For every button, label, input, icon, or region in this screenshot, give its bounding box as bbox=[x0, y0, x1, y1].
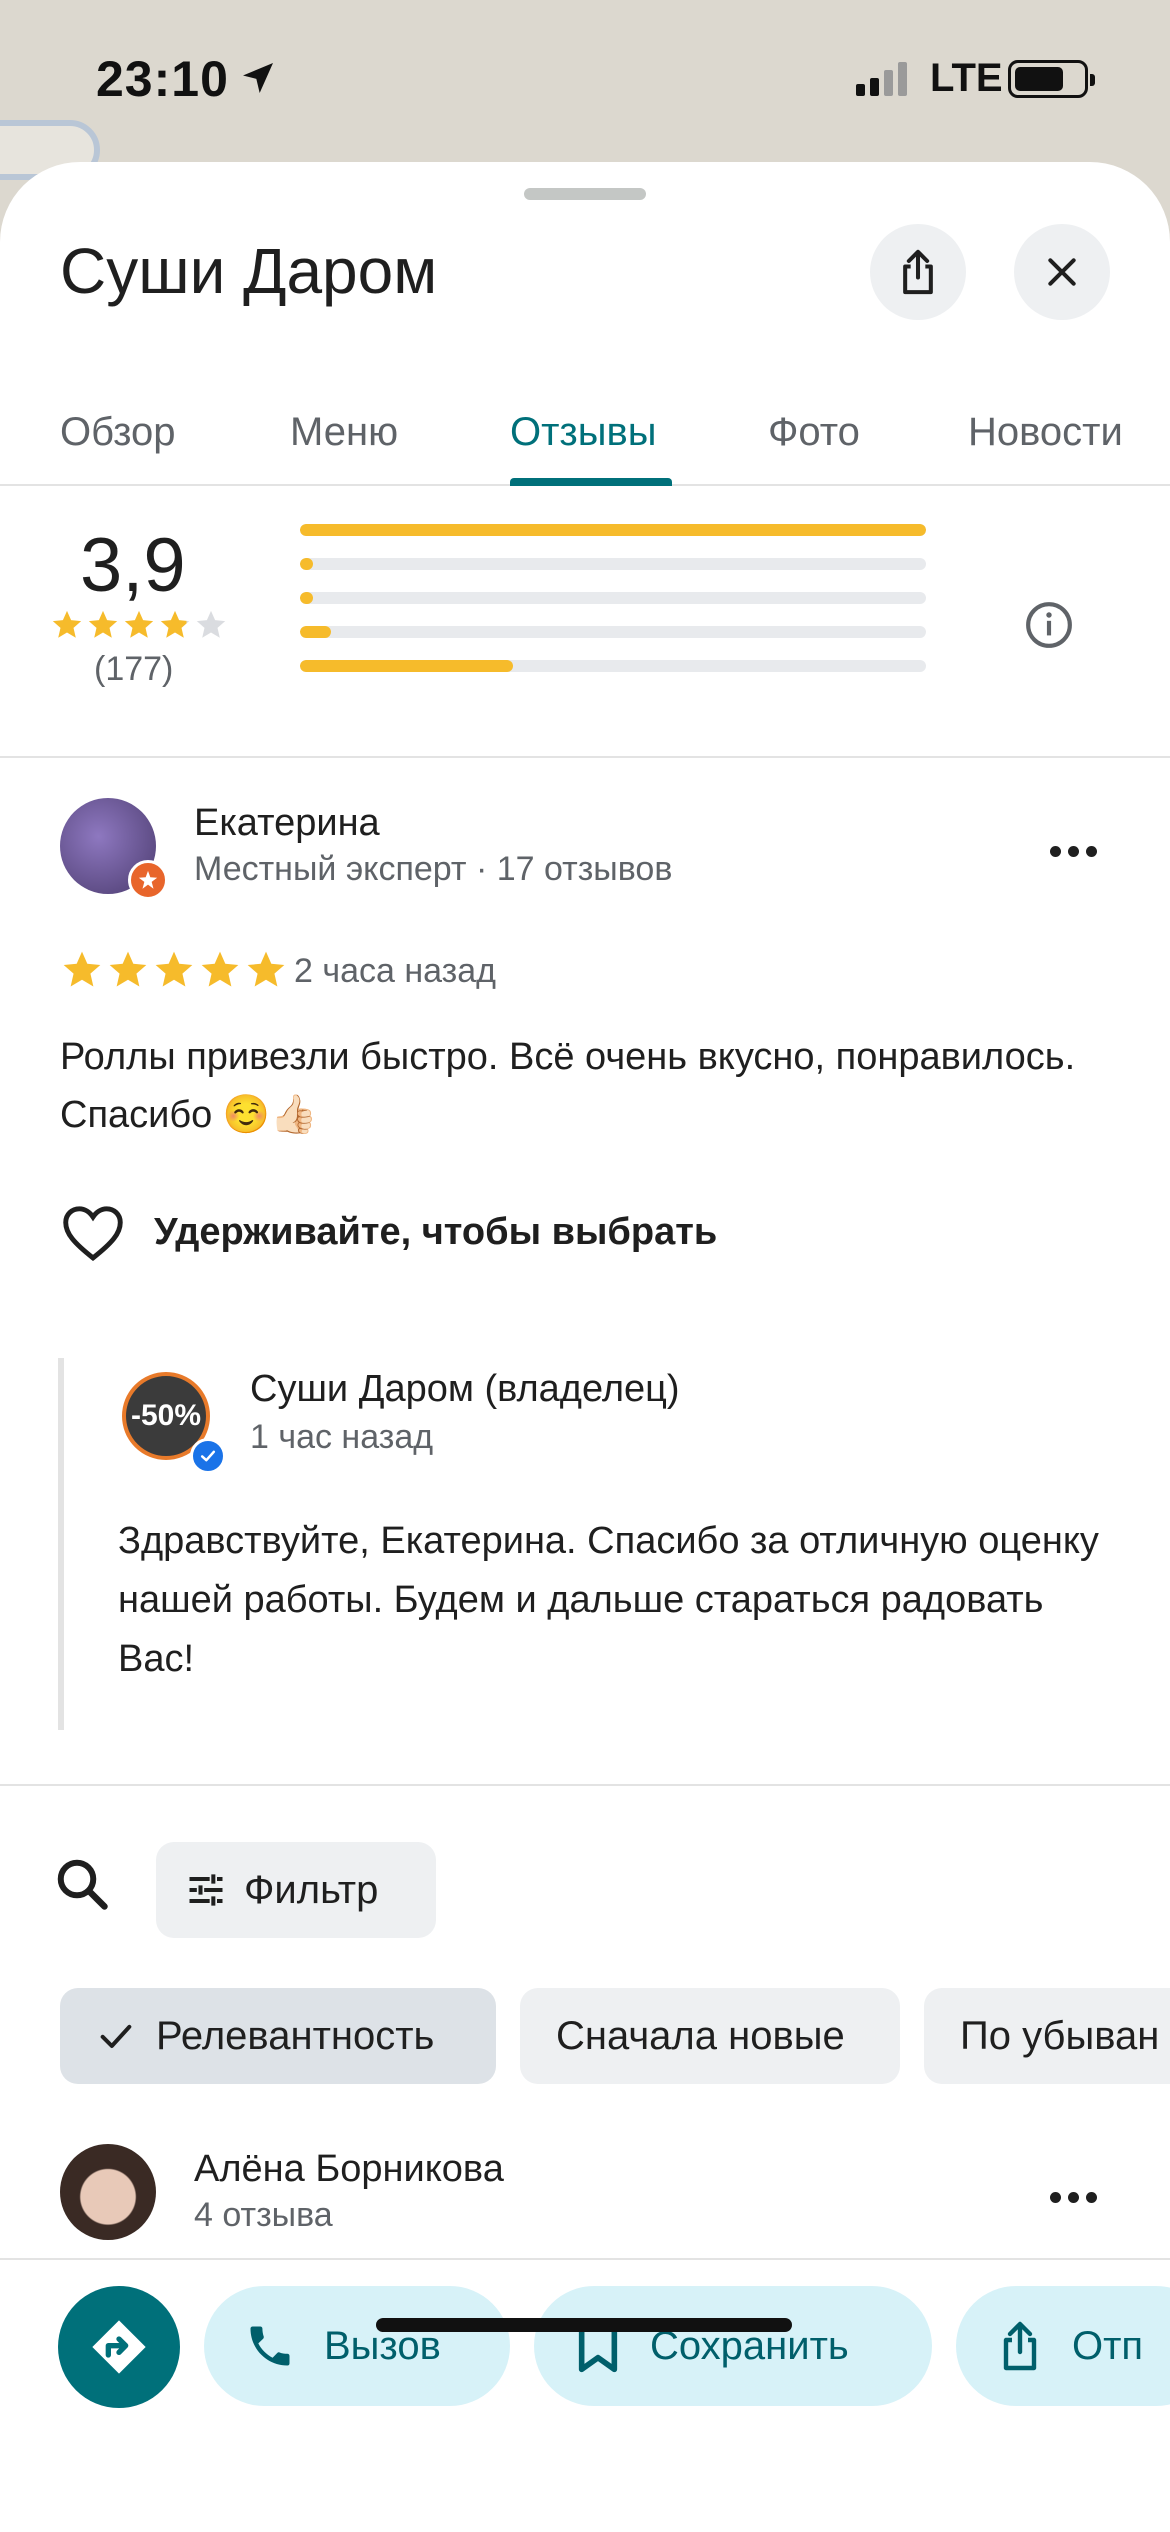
owner-logo-text: -50% bbox=[130, 1399, 202, 1432]
phone-icon bbox=[250, 2326, 290, 2366]
location-arrow-icon bbox=[243, 63, 273, 93]
check-icon bbox=[96, 2016, 136, 2056]
reviewer-meta: 4 отзыва bbox=[194, 2196, 333, 2234]
star-icon bbox=[201, 951, 239, 987]
review-stars bbox=[60, 948, 288, 992]
share-button[interactable] bbox=[870, 224, 966, 320]
rating-count: (177) bbox=[94, 650, 174, 688]
call-button[interactable]: Вызов bbox=[204, 2286, 510, 2406]
rating-value: 3,9 bbox=[80, 523, 186, 608]
section-divider bbox=[0, 1784, 1170, 1786]
share-place-button[interactable]: Отп bbox=[956, 2286, 1170, 2406]
rating-stars bbox=[50, 608, 228, 642]
star-icon bbox=[196, 610, 226, 638]
reviewer-avatar[interactable] bbox=[60, 2144, 156, 2240]
heart-icon bbox=[63, 1206, 123, 1262]
star-icon bbox=[88, 610, 118, 638]
star-icon bbox=[155, 951, 193, 987]
rating-bar-fill bbox=[300, 558, 313, 570]
tab-reviews[interactable]: Отзывы bbox=[510, 410, 657, 455]
tab-bar: Обзор Меню Отзывы Фото Новости bbox=[0, 380, 1170, 486]
owner-reply: -50% Суши Даром (владелец) 1 час назад З… bbox=[58, 1358, 1118, 1730]
sort-chip-descending[interactable]: По убыван bbox=[924, 1988, 1170, 2084]
rating-bar-5 bbox=[300, 524, 926, 536]
tab-menu[interactable]: Меню bbox=[290, 410, 398, 455]
reviewer-name[interactable]: Алёна Борникова bbox=[194, 2148, 504, 2191]
like-label: Удерживайте, чтобы выбрать bbox=[154, 1210, 718, 1253]
local-guide-badge-icon bbox=[128, 860, 168, 900]
tune-icon bbox=[189, 1874, 223, 1906]
sort-chip-label: По убыван bbox=[960, 2013, 1160, 2058]
network-label: LTE bbox=[930, 56, 1003, 100]
star-icon bbox=[52, 610, 82, 638]
info-icon[interactable] bbox=[1024, 600, 1074, 650]
filter-button[interactable]: Фильтр bbox=[156, 1842, 436, 1938]
battery-icon bbox=[1008, 60, 1095, 98]
place-sheet: Суши Даром Обзор Меню Отзывы Фото Новост… bbox=[0, 162, 1170, 2532]
review-text: Роллы привезли быстро. Всё очень вкусно,… bbox=[60, 1036, 1076, 1136]
place-title: Суши Даром bbox=[60, 235, 438, 307]
like-button[interactable]: Удерживайте, чтобы выбрать bbox=[60, 1202, 717, 1262]
sort-chip-relevance[interactable]: Релевантность bbox=[60, 1988, 496, 2084]
close-icon bbox=[1048, 258, 1076, 286]
owner-reply-time: 1 час назад bbox=[250, 1418, 434, 1456]
star-icon bbox=[124, 610, 154, 638]
rating-bar-fill bbox=[300, 660, 513, 672]
directions-button[interactable] bbox=[58, 2286, 180, 2408]
rating-bar-4 bbox=[300, 558, 926, 570]
tab-photos[interactable]: Фото bbox=[768, 410, 860, 455]
review-time: 2 часа назад bbox=[294, 952, 496, 990]
reviewer-meta: Местный эксперт · 17 отзывов bbox=[194, 850, 673, 888]
sort-chip-label: Сначала новые bbox=[556, 2013, 845, 2058]
rating-summary: 3,9 (177) bbox=[0, 488, 1170, 758]
rating-bar-1 bbox=[300, 660, 926, 672]
share-icon bbox=[1003, 2321, 1037, 2371]
reviewer-name[interactable]: Екатерина bbox=[194, 802, 380, 845]
rating-bar-2 bbox=[300, 626, 926, 638]
rating-bar-fill bbox=[300, 592, 313, 604]
more-options-icon[interactable] bbox=[1050, 846, 1097, 857]
star-icon bbox=[160, 610, 190, 638]
verified-icon bbox=[190, 1438, 226, 1474]
tab-news[interactable]: Новости bbox=[968, 410, 1123, 455]
directions-icon bbox=[92, 2320, 146, 2374]
more-options-icon[interactable] bbox=[1050, 2192, 1097, 2203]
rating-bar-fill bbox=[300, 524, 926, 536]
close-button[interactable] bbox=[1014, 224, 1110, 320]
rating-bar-fill bbox=[300, 626, 332, 638]
owner-reply-text: Здравствуйте, Екатерина. Спасибо за отли… bbox=[118, 1520, 1099, 1680]
home-indicator[interactable] bbox=[376, 2318, 792, 2332]
owner-name: Суши Даром (владелец) bbox=[250, 1368, 680, 1410]
active-tab-indicator bbox=[510, 478, 672, 486]
sheet-drag-handle[interactable] bbox=[524, 188, 646, 200]
sort-chip-label: Релевантность bbox=[156, 2013, 435, 2058]
rating-bar-3 bbox=[300, 592, 926, 604]
share-icon bbox=[903, 249, 933, 295]
share-label: Отп bbox=[1072, 2323, 1144, 2368]
signal-icon bbox=[856, 62, 907, 96]
action-bar: Вызов Сохранить Отп bbox=[0, 2258, 1170, 2532]
sort-chip-newest[interactable]: Сначала новые bbox=[520, 1988, 900, 2084]
save-button[interactable]: Сохранить bbox=[534, 2286, 932, 2406]
search-icon[interactable] bbox=[52, 1854, 112, 1914]
star-icon bbox=[247, 951, 285, 987]
filter-label: Фильтр bbox=[244, 1867, 379, 1912]
tab-overview[interactable]: Обзор bbox=[60, 410, 176, 455]
star-icon bbox=[63, 951, 101, 987]
status-time: 23:10 bbox=[96, 51, 229, 107]
star-icon bbox=[109, 951, 147, 987]
